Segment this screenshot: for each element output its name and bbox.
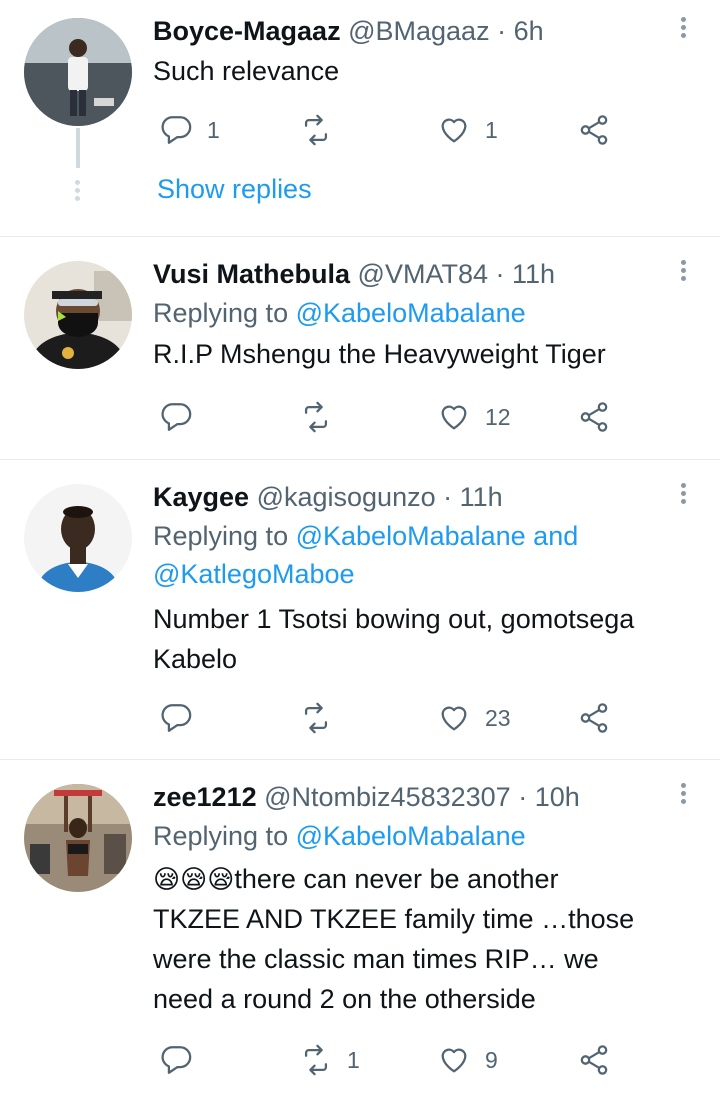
tweet-actions: 12 [153,397,623,437]
heart-icon [437,1043,471,1077]
reply-icon [159,1043,193,1077]
like-button[interactable]: 12 [437,397,511,437]
tweet-vusi-mathebula[interactable]: Vusi Mathebula @VMAT84 · 11h Replying to… [0,237,720,460]
tweet-actions: 1 1 [153,110,623,150]
share-button[interactable] [577,698,611,738]
sleepy-face-emoji: 😪😪😪 [153,864,235,894]
like-count: 23 [485,704,511,731]
tweet-actions: 1 9 [153,1040,623,1080]
reply-button[interactable]: 1 [159,110,220,150]
heart-icon [437,400,471,434]
reply-icon [159,400,193,434]
like-button[interactable]: 23 [437,698,511,738]
display-name[interactable]: Boyce-Magaaz [153,16,341,46]
more-icon[interactable] [678,257,688,293]
tweet-text-line: there can never be another [234,864,559,894]
tweet-kaygee[interactable]: Kaygee @kagisogunzo · 11h Replying to @K… [0,460,720,760]
timestamp[interactable]: · 10h [518,782,580,812]
tweet-text: Such relevance [153,56,340,86]
like-count: 1 [485,116,498,143]
handle[interactable]: @VMAT84 [358,259,488,289]
show-replies-link[interactable]: Show replies [157,174,312,205]
tweet-text: Number 1 Tsotsi bowing out, gomotsega Ka… [153,599,680,679]
retweet-icon [299,701,333,735]
tweet-header: Kaygee @kagisogunzo · 11h [153,480,680,514]
reply-button[interactable] [159,698,207,738]
avatar[interactable] [24,261,132,369]
avatar[interactable] [24,18,132,126]
retweet-button[interactable] [299,397,347,437]
heart-icon [437,701,471,735]
timestamp[interactable]: · 6h [497,16,544,46]
tweet-boyce-magaaz[interactable]: Boyce-Magaaz @BMagaaz · 6h Such relevanc… [0,0,720,237]
avatar[interactable] [24,484,132,592]
mention-link[interactable]: @KabeloMabalane [296,298,526,328]
tweet-actions: 23 [153,698,623,738]
timestamp[interactable]: · 11h [443,482,503,512]
like-count: 12 [485,403,511,430]
retweet-button[interactable] [299,698,347,738]
replying-to: Replying to @KabeloMabalane [153,294,680,332]
handle[interactable]: @BMagaaz [348,16,489,46]
reply-icon [159,701,193,735]
replying-label: Replying to [153,298,289,328]
retweet-button[interactable]: 1 [299,1040,360,1080]
like-button[interactable]: 9 [437,1040,498,1080]
thread-dots [75,180,80,204]
reply-button[interactable] [159,1040,207,1080]
retweet-icon [299,400,333,434]
more-icon[interactable] [678,14,688,50]
handle[interactable]: @kagisogunzo [257,482,436,512]
reply-icon [159,113,193,147]
thread-line [76,128,80,168]
timestamp[interactable]: · 11h [496,259,556,289]
replying-to-line-2: @KatlegoMaboe [153,555,680,593]
display-name[interactable]: Kaygee [153,482,249,512]
more-icon[interactable] [678,780,688,816]
avatar[interactable] [24,784,132,892]
reply-button[interactable] [159,397,207,437]
tweet-text-line: Kabelo [153,644,238,674]
replying-label: Replying to [153,521,289,551]
retweet-button[interactable] [299,110,347,150]
share-button[interactable] [577,110,611,150]
like-button[interactable]: 1 [437,110,498,150]
tweet-header: Boyce-Magaaz @BMagaaz · 6h [153,14,680,48]
tweet-header: Vusi Mathebula @VMAT84 · 11h [153,257,680,291]
reply-count: 1 [207,116,220,143]
display-name[interactable]: zee1212 [153,782,257,812]
tweet-text-line: Number 1 Tsotsi bowing out, gomotsega [153,604,635,634]
retweet-count: 1 [347,1046,360,1073]
share-icon [577,701,611,735]
mention-link[interactable]: @KabeloMabalane and [296,521,579,551]
share-icon [577,400,611,434]
handle[interactable]: @Ntombiz45832307 [264,782,511,812]
retweet-icon [299,1043,333,1077]
tweet-zee1212[interactable]: zee1212 @Ntombiz45832307 · 10h Replying … [0,760,720,1108]
heart-icon [437,113,471,147]
more-icon[interactable] [678,480,688,516]
share-button[interactable] [577,397,611,437]
like-count: 9 [485,1046,498,1073]
display-name[interactable]: Vusi Mathebula [153,259,350,289]
mention-link[interactable]: @KatlegoMaboe [153,559,355,589]
tweet-text: R.I.P Mshengu the Heavyweight Tiger [153,339,606,369]
share-button[interactable] [577,1040,611,1080]
mention-link[interactable]: @KabeloMabalane [296,821,526,851]
share-icon [577,113,611,147]
tweet-header: zee1212 @Ntombiz45832307 · 10h [153,780,680,814]
share-icon [577,1043,611,1077]
tweet-text-line: were the classic man times RIP… we [153,944,599,974]
tweet-text: 😪😪😪there can never be another TKZEE AND … [153,859,680,1019]
replying-label: Replying to [153,821,289,851]
tweet-text-line: need a round 2 on the otherside [153,984,536,1014]
tweet-text-line: TKZEE AND TKZEE family time …those [153,904,635,934]
retweet-icon [299,113,333,147]
replying-to: Replying to @KabeloMabalane [153,817,680,855]
replying-to: Replying to @KabeloMabalane and [153,517,680,555]
